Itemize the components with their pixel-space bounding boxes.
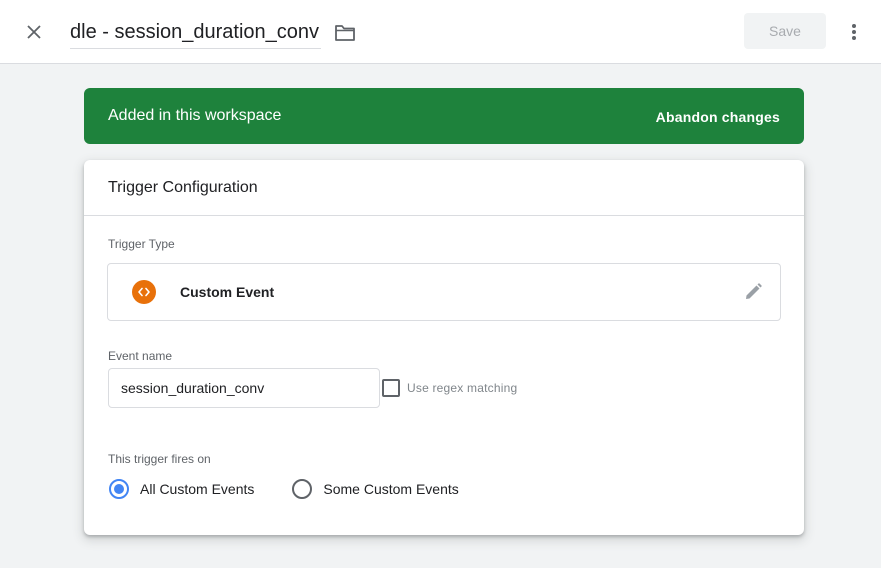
card-header: Trigger Configuration bbox=[84, 160, 804, 216]
trigger-name: dle - session_duration_conv bbox=[70, 21, 320, 43]
more-options-button[interactable] bbox=[842, 20, 866, 44]
folder-icon bbox=[335, 25, 355, 41]
more-vert-icon bbox=[852, 24, 856, 40]
pencil-icon[interactable] bbox=[742, 281, 764, 303]
trigger-type-name: Custom Event bbox=[180, 284, 275, 300]
workspace-status-banner: Added in this workspace Abandon changes bbox=[84, 88, 804, 144]
radio-button-unchecked[interactable] bbox=[292, 479, 313, 499]
radio-some-custom-events[interactable]: Some Custom Events bbox=[292, 479, 459, 499]
top-bar: dle - session_duration_conv Save bbox=[0, 0, 881, 64]
trigger-type-selector[interactable]: Custom Event bbox=[107, 263, 781, 321]
card-title: Trigger Configuration bbox=[108, 179, 258, 196]
regex-checkbox[interactable] bbox=[382, 379, 400, 397]
regex-matching-option[interactable]: Use regex matching bbox=[382, 379, 517, 397]
event-name-label: Event name bbox=[108, 349, 173, 363]
close-button[interactable] bbox=[22, 20, 46, 44]
banner-text: Added in this workspace bbox=[108, 107, 282, 124]
fires-on-label: This trigger fires on bbox=[108, 452, 211, 466]
fires-on-radio-group: All Custom Events Some Custom Events bbox=[109, 479, 497, 499]
radio-label: All Custom Events bbox=[140, 481, 255, 497]
event-name-input[interactable] bbox=[108, 368, 380, 408]
abandon-changes-button[interactable]: Abandon changes bbox=[656, 107, 780, 127]
radio-button-checked[interactable] bbox=[109, 479, 129, 499]
close-icon bbox=[27, 25, 41, 39]
folder-button[interactable] bbox=[333, 21, 357, 45]
trigger-type-label: Trigger Type bbox=[108, 237, 175, 251]
radio-label: Some Custom Events bbox=[323, 481, 459, 497]
trigger-configuration-card: Trigger Configuration Trigger Type Custo… bbox=[84, 160, 804, 535]
radio-all-custom-events[interactable]: All Custom Events bbox=[109, 479, 254, 499]
code-brackets-icon bbox=[132, 280, 156, 304]
save-button[interactable]: Save bbox=[744, 13, 826, 49]
trigger-name-field[interactable]: dle - session_duration_conv bbox=[70, 16, 321, 49]
regex-label: Use regex matching bbox=[407, 381, 518, 395]
